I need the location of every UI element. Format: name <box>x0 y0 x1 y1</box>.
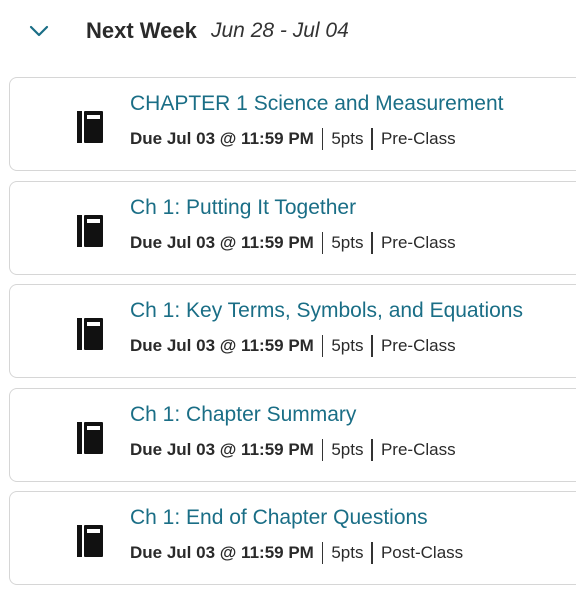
assignment-card[interactable]: CHAPTER 1 Science and Measurement Due Ju… <box>9 77 576 171</box>
assignment-type: Pre-Class <box>380 129 456 148</box>
book-icon <box>77 318 103 350</box>
divider <box>371 335 373 357</box>
section-header: Next Week Jun 28 - Jul 04 <box>0 0 576 64</box>
divider <box>371 232 373 254</box>
divider <box>321 439 324 461</box>
assignment-type: Pre-Class <box>380 440 456 459</box>
assignment-type: Post-Class <box>380 543 464 562</box>
assignment-card[interactable]: Ch 1: End of Chapter Questions Due Jul 0… <box>9 491 576 585</box>
due-date: Due Jul 03 @ 11:59 PM <box>130 336 314 355</box>
due-date: Due Jul 03 @ 11:59 PM <box>130 440 314 459</box>
assignment-card[interactable]: Ch 1: Chapter Summary Due Jul 03 @ 11:59… <box>9 388 576 482</box>
due-date: Due Jul 03 @ 11:59 PM <box>130 129 314 148</box>
divider <box>371 542 373 564</box>
assignment-type: Pre-Class <box>380 336 456 355</box>
divider <box>371 128 373 150</box>
book-icon <box>77 525 103 557</box>
points: 5pts <box>331 336 364 355</box>
book-icon <box>77 422 103 454</box>
section-date-range: Jun 28 - Jul 04 <box>211 19 349 42</box>
book-icon <box>77 111 103 143</box>
due-date: Due Jul 03 @ 11:59 PM <box>130 233 314 252</box>
assignment-meta: Due Jul 03 @ 11:59 PM 5pts Pre-Class <box>130 232 456 254</box>
points: 5pts <box>331 233 364 252</box>
points: 5pts <box>331 129 364 148</box>
assignment-title-link[interactable]: Ch 1: Chapter Summary <box>130 403 356 427</box>
assignment-type: Pre-Class <box>380 233 456 252</box>
assignment-title-link[interactable]: Ch 1: Key Terms, Symbols, and Equations <box>130 299 523 323</box>
assignment-card[interactable]: Ch 1: Putting It Together Due Jul 03 @ 1… <box>9 181 576 275</box>
divider <box>371 439 373 461</box>
assignment-title-link[interactable]: CHAPTER 1 Science and Measurement <box>130 92 504 116</box>
assignment-meta: Due Jul 03 @ 11:59 PM 5pts Pre-Class <box>130 335 456 357</box>
points: 5pts <box>331 543 364 562</box>
assignment-title-link[interactable]: Ch 1: End of Chapter Questions <box>130 506 428 530</box>
due-date: Due Jul 03 @ 11:59 PM <box>130 543 314 562</box>
chevron-down-icon[interactable] <box>29 24 49 38</box>
assignment-meta: Due Jul 03 @ 11:59 PM 5pts Pre-Class <box>130 439 456 461</box>
points: 5pts <box>331 440 364 459</box>
divider <box>321 128 324 150</box>
divider <box>321 335 324 357</box>
assignment-title-link[interactable]: Ch 1: Putting It Together <box>130 196 356 220</box>
divider <box>321 542 324 564</box>
assignment-meta: Due Jul 03 @ 11:59 PM 5pts Post-Class <box>130 542 463 564</box>
section-title: Next Week <box>86 18 197 43</box>
assignment-card[interactable]: Ch 1: Key Terms, Symbols, and Equations … <box>9 284 576 378</box>
book-icon <box>77 215 103 247</box>
divider <box>321 232 324 254</box>
assignment-meta: Due Jul 03 @ 11:59 PM 5pts Pre-Class <box>130 128 456 150</box>
